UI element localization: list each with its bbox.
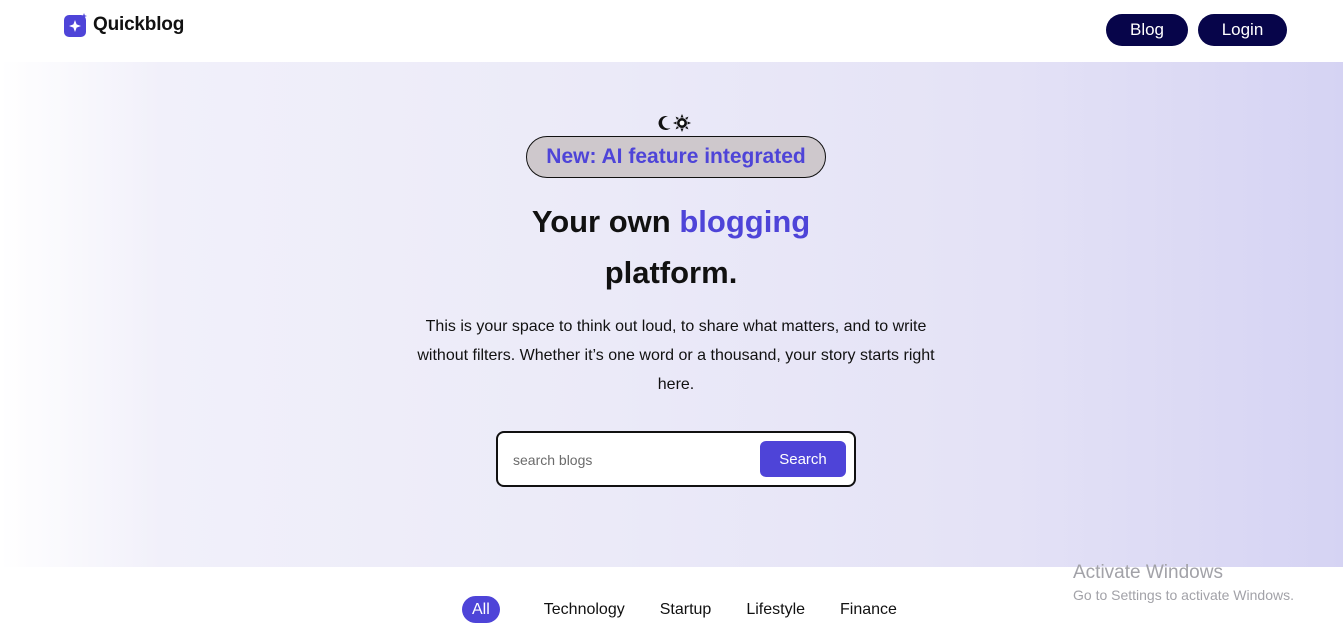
moon-icon[interactable] (658, 115, 672, 131)
tab-startup[interactable]: Startup (660, 601, 712, 619)
sun-icon[interactable] (673, 114, 691, 132)
logo-icon (64, 13, 87, 37)
hero-subtext: This is your space to think out loud, to… (417, 318, 935, 393)
search-input[interactable] (513, 449, 743, 471)
search-button[interactable]: Search (760, 441, 846, 477)
tab-technology[interactable]: Technology (544, 601, 625, 619)
hero-section: New: AI feature integrated Your own blog… (0, 62, 1343, 567)
search-form: Search (496, 431, 856, 487)
headline-part2: platform. (604, 255, 738, 290)
headline-part1: Your own (531, 204, 680, 239)
hero-headline: Your own blogging platform. (371, 196, 971, 298)
announcement-badge: New: AI feature integrated (526, 136, 826, 178)
theme-toggle[interactable] (658, 114, 691, 132)
watermark-title: Activate Windows (1073, 562, 1223, 583)
tab-lifestyle[interactable]: Lifestyle (746, 601, 805, 619)
login-button[interactable]: Login (1198, 14, 1287, 46)
logo-text: Quickblog (93, 14, 185, 35)
page: Quickblog Blog Login New: AI feature int… (0, 0, 1343, 628)
tab-finance[interactable]: Finance (840, 601, 897, 619)
watermark-subtitle: Go to Settings to activate Windows. (1073, 587, 1294, 603)
logo[interactable]: Quickblog (64, 13, 184, 37)
tab-all[interactable]: All (462, 596, 500, 623)
blog-button[interactable]: Blog (1106, 14, 1188, 46)
badge-text: New: AI feature integrated (546, 145, 806, 168)
headline-accent: blogging (679, 204, 811, 239)
category-tabs: All Technology Startup Lifestyle Finance (462, 596, 897, 623)
top-header: Quickblog Blog Login (0, 0, 1343, 62)
activation-watermark: Activate Windows Go to Settings to activ… (1073, 562, 1294, 606)
